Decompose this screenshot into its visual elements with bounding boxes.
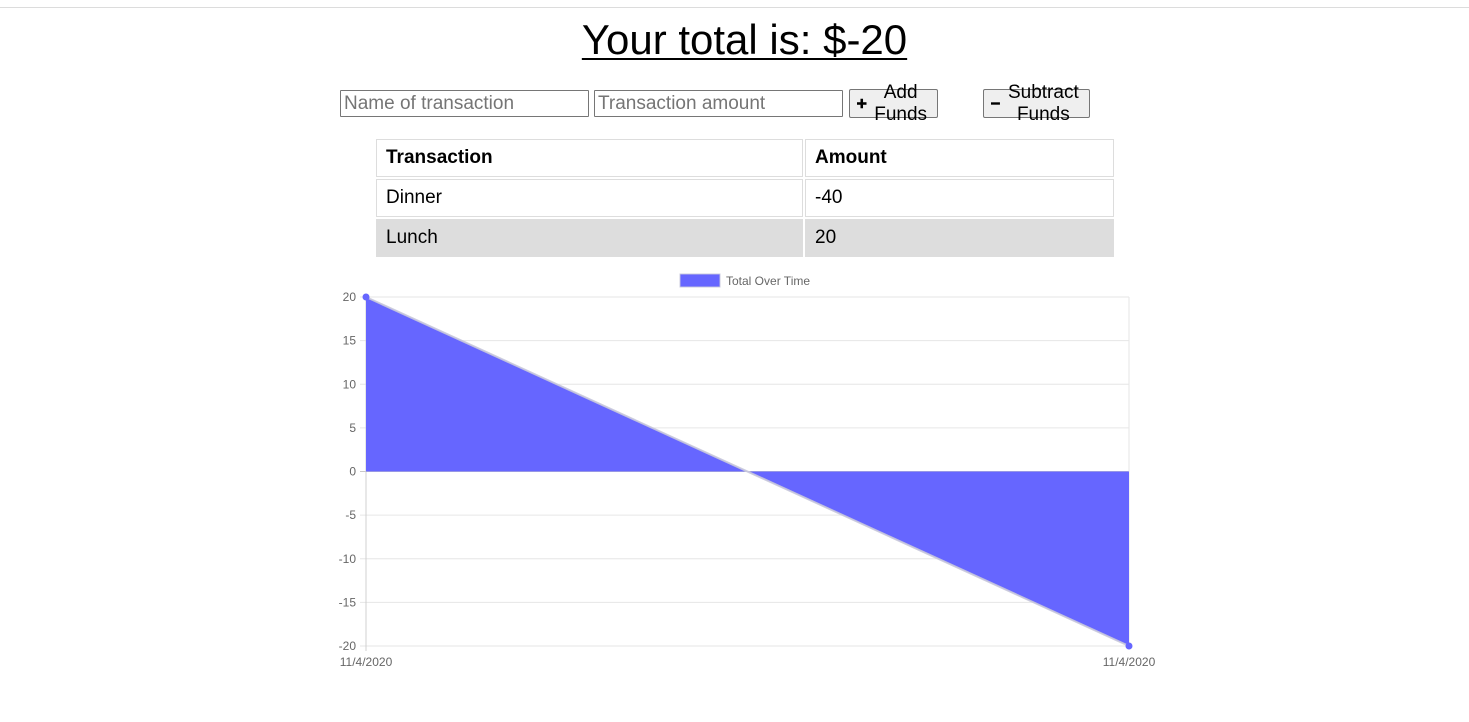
table-row: Dinner -40 <box>376 179 1114 217</box>
y-tick-label: 10 <box>343 377 357 391</box>
x-tick-label: 11/4/2020 <box>340 655 393 669</box>
subtract-funds-button[interactable]: Subtract Funds <box>983 82 1090 125</box>
y-tick-label: -5 <box>345 508 356 522</box>
plus-icon <box>857 98 867 109</box>
total-over-time-chart: 20 15 10 5 0 -5 -10 -15 -20 11/4/2020 11/4/2020 To… <box>339 273 1156 669</box>
data-point <box>362 293 370 301</box>
table-row: Lunch 20 <box>376 219 1114 257</box>
y-tick-label: -15 <box>339 595 357 609</box>
transaction-name-cell: Lunch <box>376 219 803 257</box>
y-tick-label: 15 <box>343 334 357 348</box>
top-divider <box>0 7 1469 8</box>
header-amount: Amount <box>805 139 1114 177</box>
transaction-amount-cell: 20 <box>805 219 1114 257</box>
transaction-amount-input[interactable] <box>594 90 843 117</box>
legend-swatch <box>679 273 721 288</box>
header-transaction: Transaction <box>376 139 803 177</box>
legend-label: Total Over Time <box>726 274 810 288</box>
minus-icon <box>991 102 1000 105</box>
transactions-table: Transaction Amount Dinner -40 Lunch 20 <box>374 137 1116 259</box>
add-funds-button[interactable]: Add Funds <box>849 82 938 125</box>
page-title: Your total is: $-20 <box>581 16 908 63</box>
y-tick-label: -20 <box>339 639 357 653</box>
x-tick-label: 11/4/2020 <box>1103 655 1156 669</box>
transaction-name-cell: Dinner <box>376 179 803 217</box>
transaction-amount-cell: -40 <box>805 179 1114 217</box>
y-tick-label: 20 <box>343 290 357 304</box>
subtract-funds-label: Subtract Funds <box>1007 81 1079 125</box>
table-header-row: Transaction Amount <box>376 139 1114 177</box>
y-tick-label: -10 <box>339 552 357 566</box>
transaction-name-input[interactable] <box>340 90 589 117</box>
data-point <box>1125 642 1133 650</box>
y-tick-label: 0 <box>349 465 356 479</box>
y-tick-label: 5 <box>349 421 356 435</box>
add-funds-label: Add Funds <box>874 81 928 125</box>
